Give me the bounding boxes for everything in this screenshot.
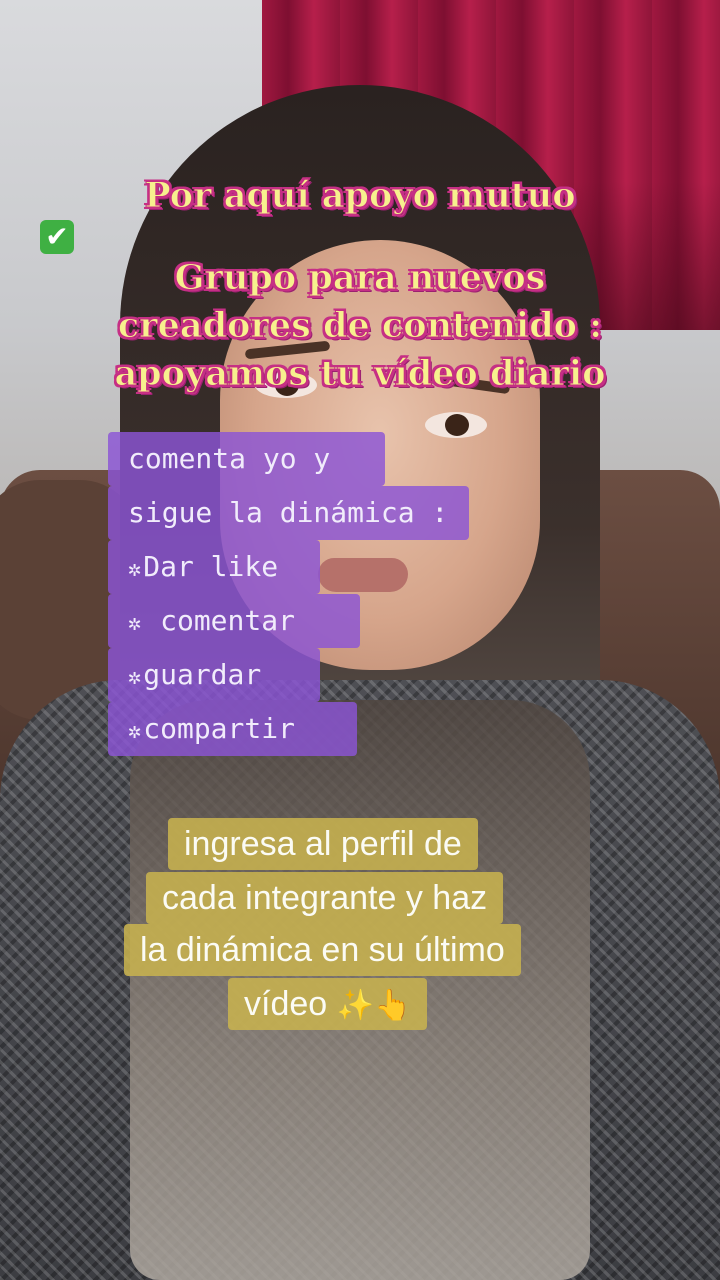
check-mark-icon: ✔ xyxy=(40,220,74,254)
sparkle-icon: ✲ xyxy=(128,557,142,582)
right-eye xyxy=(425,412,487,438)
instruction-item-text: Dar like xyxy=(143,550,279,583)
pointing-up-hand-icon: 👆 xyxy=(374,989,412,1022)
overlay-title: Por aquí apoyo mutuo ✔ Grupo para nuevos… xyxy=(40,172,680,398)
instruction-item-text: compartir xyxy=(143,712,295,745)
sparkles-icon: ✨ xyxy=(336,989,374,1022)
instructions-line-2: sigue la dinámica : xyxy=(108,486,469,540)
title-line-1: Por aquí apoyo mutuo ✔ xyxy=(40,172,680,254)
instruction-item-share: ✲compartir xyxy=(108,702,357,756)
caption-line-2: cada integrante y haz xyxy=(146,872,504,924)
instruction-item-like: ✲Dar like xyxy=(108,540,320,594)
caption-line-1: ingresa al perfil de xyxy=(168,818,478,870)
title-line-4: apoyamos tu vídeo diario xyxy=(114,353,606,395)
caption-line-4-text: vídeo xyxy=(244,985,328,1023)
title-line-2: Grupo para nuevos xyxy=(174,257,546,299)
instruction-item-comment: ✲ comentar xyxy=(108,594,360,648)
sparkle-icon: ✲ xyxy=(128,719,142,744)
instruction-item-text: comentar xyxy=(143,604,295,637)
instruction-item-save: ✲guardar xyxy=(108,648,320,702)
sparkle-icon: ✲ xyxy=(128,665,142,690)
sparkle-icon: ✲ xyxy=(128,611,142,636)
caption-line-3: la dinámica en su último xyxy=(124,924,521,976)
instructions-line-1: comenta yo y xyxy=(108,432,385,486)
title-line-3: creadores de contenido : xyxy=(117,305,603,347)
caption-line-4: vídeo ✨👆 xyxy=(228,978,428,1030)
title-line-1-text: Por aquí apoyo mutuo xyxy=(144,175,576,217)
instruction-item-text: guardar xyxy=(143,658,262,691)
lips xyxy=(318,558,408,592)
